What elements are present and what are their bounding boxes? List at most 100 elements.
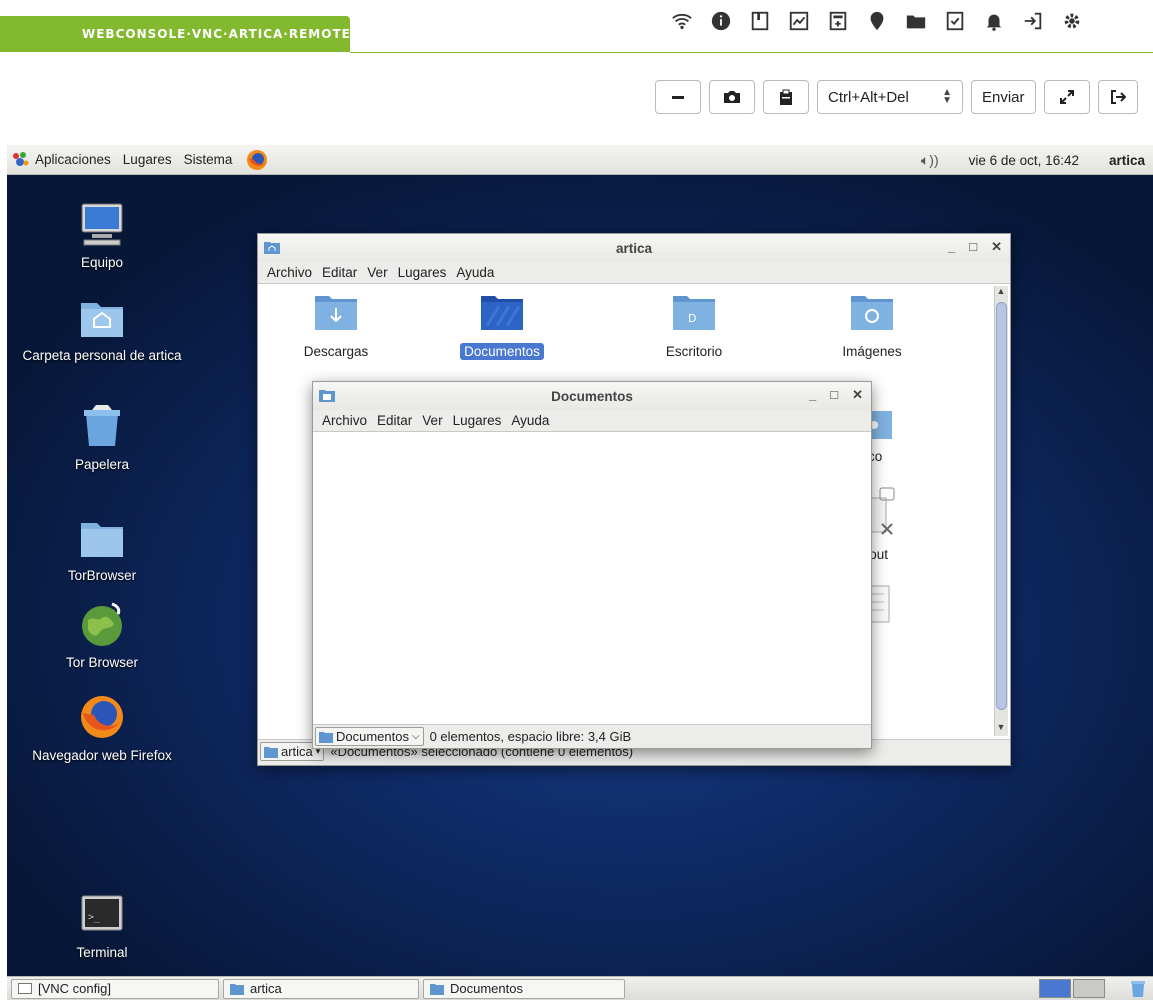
menu-ver[interactable]: Ver: [417, 413, 447, 428]
bell-icon[interactable]: [974, 6, 1013, 36]
menu-archivo[interactable]: Archivo: [317, 413, 372, 428]
menu-editar[interactable]: Editar: [372, 413, 417, 428]
desktop-icon-carpeta-personal[interactable]: Carpeta personal de artica: [7, 293, 197, 364]
window-documentos-content[interactable]: [313, 432, 871, 724]
chart-icon[interactable]: [779, 6, 818, 36]
menu-ayuda[interactable]: Ayuda: [451, 265, 499, 280]
close-window-button[interactable]: ✕: [852, 387, 863, 403]
minimize-window-button[interactable]: _: [809, 387, 816, 403]
window-artica-titlebar[interactable]: artica _ □ ✕: [258, 234, 1010, 262]
panel-status-area: 🔈︎)) vie 6 de oct, 16:42 artica: [921, 145, 1145, 175]
clipboard-icon: [780, 89, 792, 105]
downloads-folder-icon: [315, 296, 357, 330]
computer-icon: [78, 200, 126, 248]
calculator-icon[interactable]: [818, 6, 857, 36]
volume-icon[interactable]: 🔈︎)): [921, 152, 939, 169]
desktop-icon-tor-browser[interactable]: Tor Browser: [7, 600, 197, 671]
fullscreen-button[interactable]: [1043, 80, 1090, 114]
console-title: WEBCONSOLE·VNC·ARTICA·REMOTE: [82, 27, 351, 41]
desktop-icon-torbrowser-folder[interactable]: TorBrowser: [7, 513, 197, 584]
folder-item-descargas[interactable]: Descargas: [276, 292, 396, 360]
menu-lugares[interactable]: Lugares: [393, 265, 452, 280]
menu-ver[interactable]: Ver: [362, 265, 392, 280]
path-button-documentos[interactable]: Documentos ⌵: [315, 727, 424, 746]
folder-label: Documentos: [460, 343, 544, 360]
path-label: Documentos: [336, 729, 409, 744]
chevron-down-icon: ⌵: [411, 731, 420, 742]
maximize-window-button[interactable]: □: [830, 387, 838, 403]
terminal-icon: >_: [78, 890, 126, 938]
gnome-foot-icon: [11, 151, 29, 169]
folder-item-escritorio[interactable]: D Escritorio: [634, 292, 754, 360]
clipboard-button[interactable]: [763, 80, 809, 114]
window-documentos[interactable]: Documentos _ □ ✕ Archivo Editar Ver Luga…: [312, 381, 872, 749]
minimize-window-button[interactable]: _: [948, 239, 955, 255]
desktop-icon-papelera[interactable]: Papelera: [7, 402, 197, 473]
workspace-2[interactable]: [1073, 979, 1105, 998]
firefox-launcher-icon[interactable]: [246, 149, 268, 171]
svg-text:D: D: [688, 312, 696, 325]
top-panel: Aplicaciones Lugares Sistema 🔈︎)) vie 6 …: [7, 145, 1153, 175]
key-combo-select[interactable]: Ctrl+Alt+Del ▲ ▼: [817, 80, 963, 114]
menu-aplicaciones[interactable]: Aplicaciones: [29, 152, 117, 167]
gear-icon[interactable]: [1052, 6, 1091, 36]
trash-icon: [78, 402, 126, 450]
wifi-icon[interactable]: [662, 6, 701, 36]
vnc-toolbar: Ctrl+Alt+Del ▲ ▼ Enviar: [655, 80, 1138, 114]
task-label: artica: [250, 981, 282, 996]
console-icon-bar: [662, 6, 1091, 36]
screenshot-button[interactable]: [709, 80, 755, 114]
menu-editar[interactable]: Editar: [317, 265, 362, 280]
window-controls: _ □ ✕: [948, 239, 1002, 255]
task-documentos[interactable]: Documentos: [423, 978, 625, 999]
desktop-icon-label: Papelera: [74, 457, 130, 472]
desktop-icon-label: Navegador web Firefox: [32, 748, 172, 763]
vertical-scrollbar[interactable]: ▲ ▼: [994, 286, 1008, 736]
desktop-icon-firefox[interactable]: Navegador web Firefox: [7, 693, 197, 764]
folder-item-imagenes[interactable]: Imágenes: [812, 292, 932, 360]
menu-lugares[interactable]: Lugares: [448, 413, 507, 428]
task-vnc-config[interactable]: [VNC config]: [11, 978, 219, 999]
send-button[interactable]: Enviar: [971, 80, 1036, 114]
window-artica-menubar: Archivo Editar Ver Lugares Ayuda: [258, 262, 1010, 284]
minimize-button[interactable]: [655, 80, 701, 114]
workspace-1[interactable]: [1039, 979, 1071, 998]
bookmark-icon[interactable]: [740, 6, 779, 36]
close-window-button[interactable]: ✕: [991, 239, 1002, 255]
remote-desktop[interactable]: Aplicaciones Lugares Sistema 🔈︎)) vie 6 …: [7, 145, 1153, 1000]
scroll-up-button[interactable]: ▲: [995, 286, 1007, 300]
desktop-icon-label: Terminal: [76, 945, 128, 960]
checklist-icon[interactable]: [935, 6, 974, 36]
pictures-folder-icon: [851, 296, 893, 330]
status-text: 0 elementos, espacio libre: 3,4 GiB: [429, 729, 632, 744]
key-combo-value: Ctrl+Alt+Del: [828, 88, 909, 106]
window-documentos-titlebar[interactable]: Documentos _ □ ✕: [313, 382, 871, 410]
menu-ayuda[interactable]: Ayuda: [506, 413, 554, 428]
clock[interactable]: vie 6 de oct, 16:42: [969, 153, 1079, 168]
menu-lugares[interactable]: Lugares: [117, 152, 178, 167]
desktop-icon-terminal[interactable]: >_ Terminal: [7, 890, 197, 961]
maximize-window-button[interactable]: □: [969, 239, 977, 255]
map-pin-icon[interactable]: [857, 6, 896, 36]
menu-archivo[interactable]: Archivo: [262, 265, 317, 280]
info-circle-icon[interactable]: [701, 6, 740, 36]
folder-item-documentos[interactable]: Documentos: [442, 292, 562, 360]
folder-icon[interactable]: [896, 6, 935, 36]
exit-button[interactable]: [1097, 80, 1138, 114]
camera-icon: [724, 91, 740, 103]
scroll-down-button[interactable]: ▼: [995, 722, 1007, 736]
documents-folder-icon: [430, 983, 444, 995]
desktop-icon-label: Tor Browser: [65, 655, 138, 670]
folder-label: Escritorio: [665, 344, 723, 359]
trash-applet-icon[interactable]: [1129, 979, 1147, 998]
documents-folder-icon: [481, 296, 523, 330]
scroll-thumb[interactable]: [996, 302, 1007, 710]
menu-sistema[interactable]: Sistema: [178, 152, 239, 167]
task-artica[interactable]: artica: [223, 978, 419, 999]
window-controls: _ □ ✕: [809, 387, 863, 403]
desktop-icon-label: Carpeta personal de artica: [22, 348, 182, 363]
desktop-icon-equipo[interactable]: Equipo: [7, 200, 197, 271]
user-menu[interactable]: artica: [1109, 153, 1145, 168]
logout-icon[interactable]: [1013, 6, 1052, 36]
documents-folder-icon: [319, 731, 333, 743]
